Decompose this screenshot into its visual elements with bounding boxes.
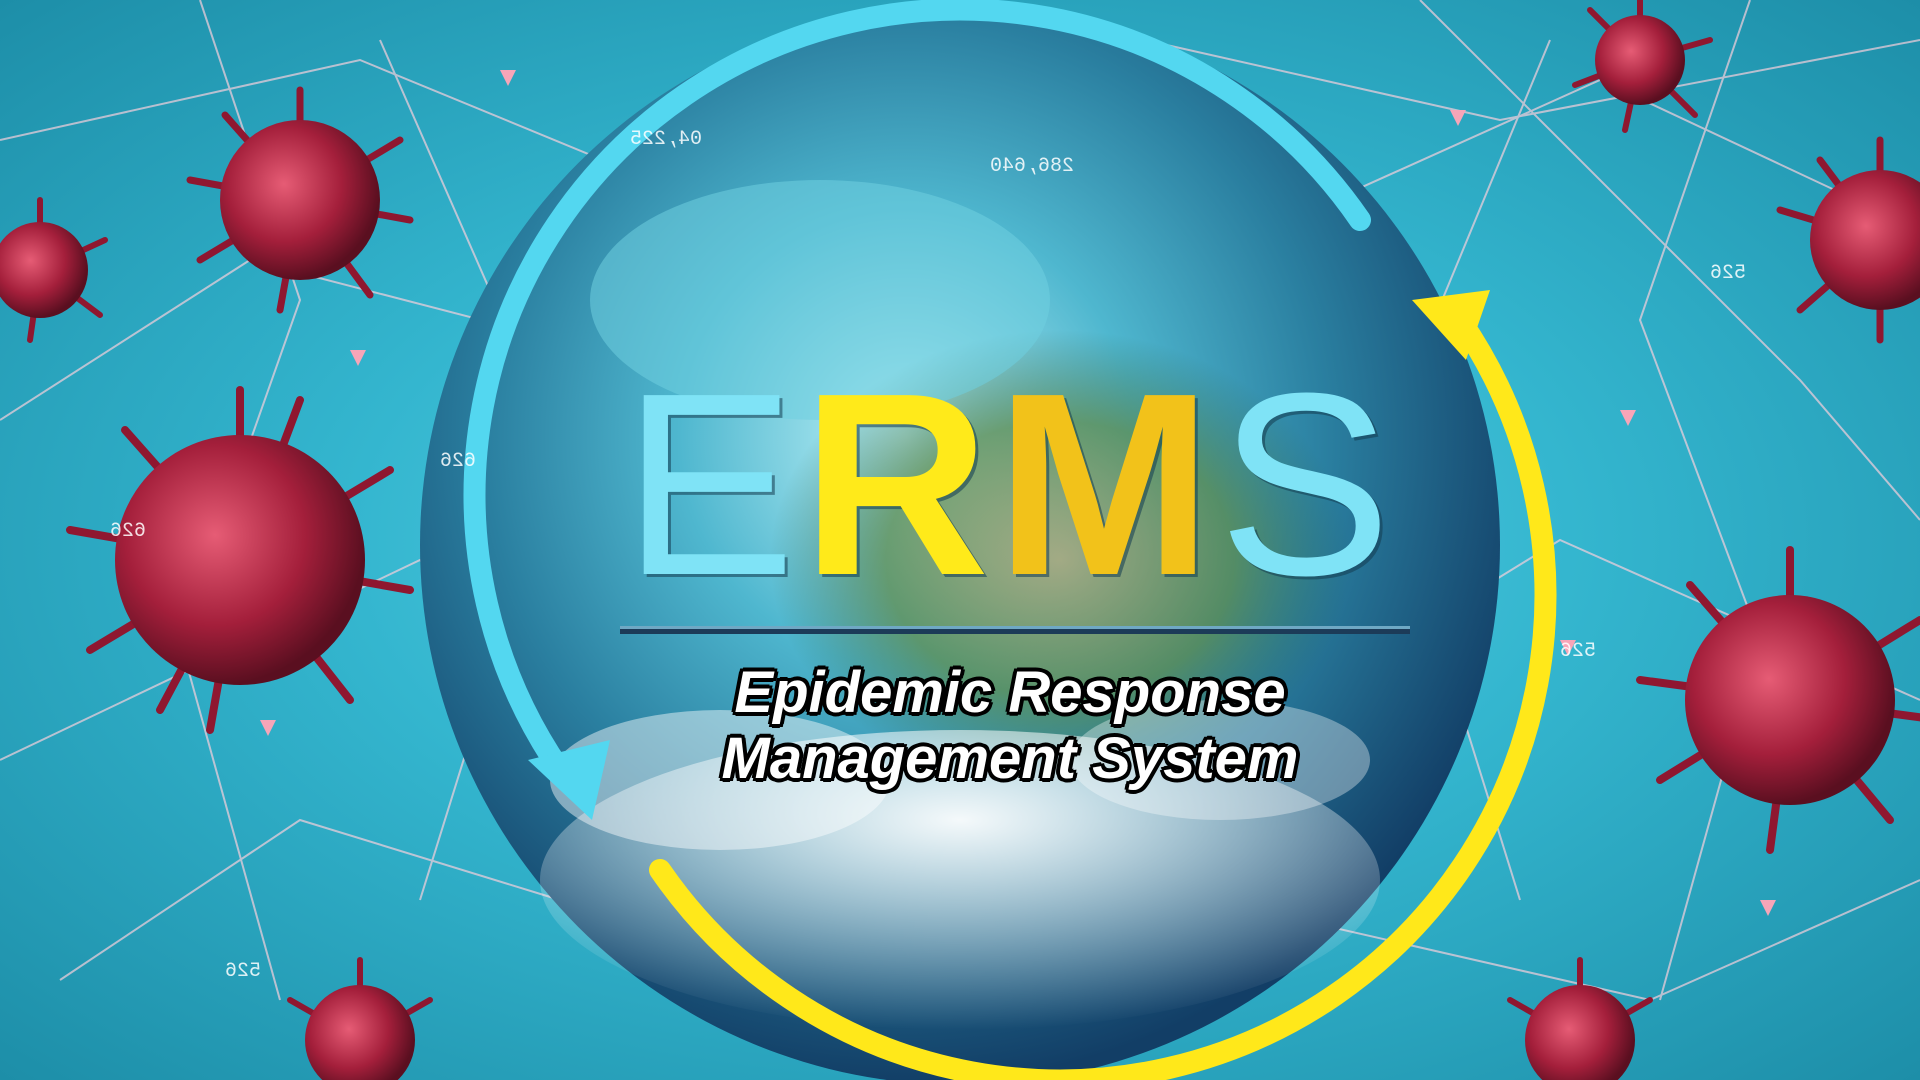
logo-letter-m: M	[995, 340, 1219, 630]
logo-letter-r: R	[801, 340, 996, 630]
virus-icon	[1572, 0, 1713, 133]
hud-number: 04,225	[630, 128, 703, 151]
virus-icon	[0, 197, 108, 343]
virus-icon	[66, 386, 414, 734]
virus-icon	[287, 957, 433, 1080]
virus-icon	[1507, 957, 1653, 1080]
subtitle-line-1: Epidemic Response	[734, 660, 1286, 725]
hud-number: 526	[1710, 262, 1747, 285]
logo-letter-s: S	[1218, 340, 1398, 630]
hud-number: 626	[110, 520, 147, 543]
hud-number: 626	[440, 450, 477, 473]
logo-text: ERMS	[600, 340, 1420, 630]
hud-number: 526	[225, 960, 262, 983]
virus-icon	[1776, 136, 1920, 344]
logo-letter-e: E	[622, 340, 802, 630]
hud-number: 286,640	[990, 155, 1075, 178]
logo: ERMS	[600, 340, 1420, 630]
hud-number: 526	[1560, 640, 1597, 663]
subtitle: Epidemic Response Management System	[600, 660, 1420, 792]
subtitle-line-2: Management System	[721, 726, 1299, 791]
